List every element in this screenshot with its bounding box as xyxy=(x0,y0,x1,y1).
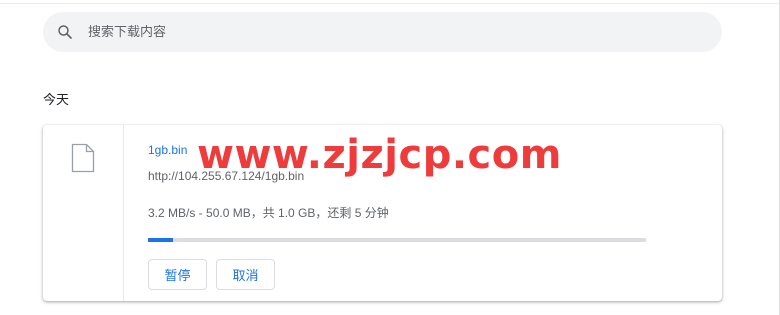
progress-bar xyxy=(148,238,646,242)
date-group-header: 今天 xyxy=(43,93,70,108)
progress-bar-fill xyxy=(148,238,173,242)
search-input[interactable] xyxy=(88,24,648,40)
watermark-text: www.zjzjcp.com xyxy=(197,132,562,178)
file-name-link[interactable]: 1gb.bin xyxy=(148,143,187,157)
file-icon-column xyxy=(43,125,124,301)
search-icon xyxy=(55,22,75,42)
download-status: 3.2 MB/s - 50.0 MB，共 1.0 GB，还剩 5 分钟 xyxy=(148,206,389,220)
cancel-button[interactable]: 取消 xyxy=(216,259,275,290)
search-bar[interactable] xyxy=(43,12,722,52)
file-icon xyxy=(71,143,95,177)
pause-button[interactable]: 暂停 xyxy=(148,259,207,290)
top-divider xyxy=(0,3,780,4)
